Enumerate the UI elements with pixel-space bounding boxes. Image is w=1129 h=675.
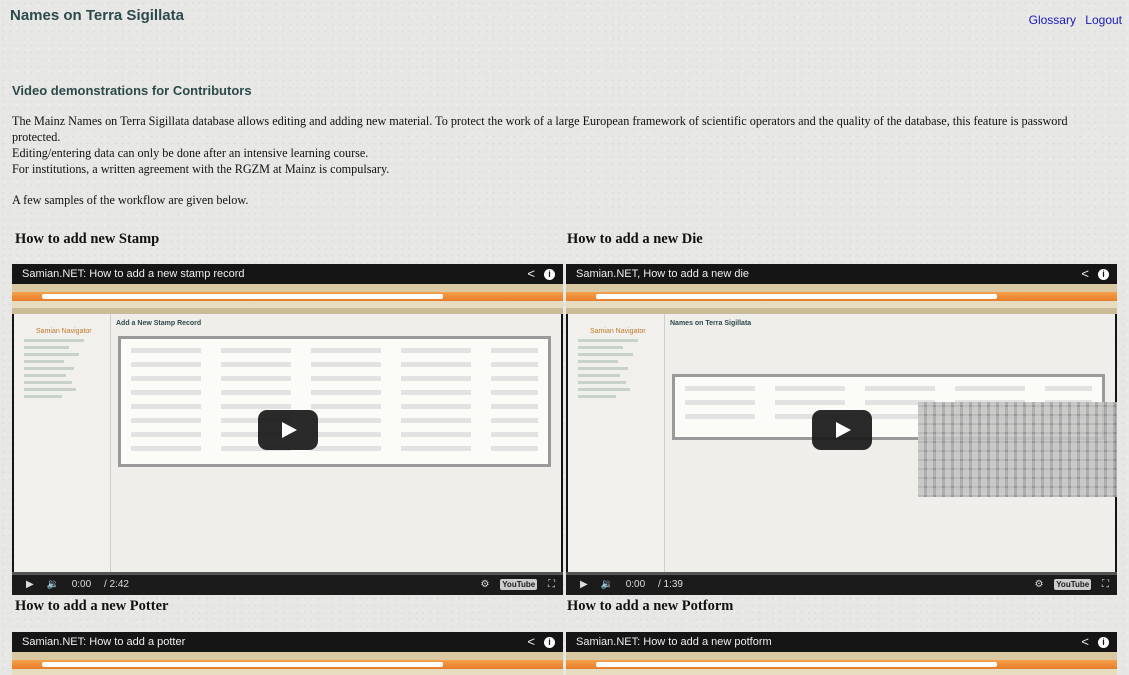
- settings-icon[interactable]: ⚙: [480, 579, 489, 590]
- browser-bookmarks: [566, 301, 1117, 308]
- app-form: [118, 336, 551, 467]
- intro-paragraph: Editing/entering data can only be done a…: [12, 146, 369, 160]
- share-icon[interactable]: <: [1081, 266, 1089, 281]
- play-icon[interactable]: [811, 409, 872, 450]
- glossary-link[interactable]: Glossary: [1029, 13, 1076, 27]
- video-controls: ▶ 🔉 0:00 / 2:42 ⚙ YouTube ⛶: [12, 572, 563, 595]
- video-title[interactable]: Samian.NET, How to add a new die: [576, 268, 749, 280]
- info-icon[interactable]: i: [1098, 637, 1109, 649]
- youtube-logo[interactable]: YouTube: [1054, 579, 1092, 590]
- video-player-stamp[interactable]: Samian.NET: How to add a new stamp recor…: [12, 264, 563, 595]
- time-display: 0:00 / 1:39: [625, 579, 683, 590]
- intro-paragraph: For institutions, a written agreement wi…: [12, 162, 390, 176]
- video-heading-die: How to add a new Die: [567, 231, 703, 247]
- video-header: Samian.NET: How to add a potter < i: [12, 632, 563, 652]
- video-header: Samian.NET: How to add a new stamp recor…: [12, 264, 563, 284]
- video-title[interactable]: Samian.NET: How to add a new potform: [576, 636, 772, 648]
- video-heading-potter: How to add a new Potter: [15, 598, 169, 614]
- share-icon[interactable]: <: [527, 266, 535, 281]
- samples-note: A few samples of the workflow are given …: [12, 193, 249, 207]
- special-characters-panel: [918, 402, 1117, 497]
- app-sidebar: Samian Navigator: [14, 314, 111, 572]
- app-nav-title: Samian Navigator: [590, 328, 646, 335]
- youtube-logo[interactable]: YouTube: [500, 579, 538, 590]
- play-icon[interactable]: [257, 409, 318, 450]
- app-form-heading: Names on Terra Sigillata: [670, 320, 752, 327]
- video-heading-stamp: How to add new Stamp: [15, 231, 160, 247]
- app-nav-title: Samian Navigator: [36, 328, 92, 335]
- site-title: Names on Terra Sigillata: [10, 7, 184, 24]
- logout-link[interactable]: Logout: [1085, 13, 1122, 27]
- info-icon[interactable]: i: [544, 269, 555, 281]
- app-sidebar: Samian Navigator: [568, 314, 665, 572]
- info-icon[interactable]: i: [544, 637, 555, 649]
- video-header: Samian.NET, How to add a new die < i: [566, 264, 1117, 284]
- browser-urlbar: [596, 294, 997, 299]
- browser-menubar: [566, 284, 1117, 292]
- browser-menubar: [12, 652, 563, 660]
- video-header: Samian.NET: How to add a new potform < i: [566, 632, 1117, 652]
- section-heading: Video demonstrations for Contributors: [12, 83, 252, 98]
- app-main: Add a New Stamp Record: [114, 314, 561, 572]
- volume-icon[interactable]: 🔉: [600, 579, 612, 590]
- time-display: 0:00 / 2:42: [71, 579, 129, 590]
- browser-bookmarks: [12, 669, 563, 675]
- video-player-potform[interactable]: Samian.NET: How to add a new potform < i: [566, 632, 1117, 675]
- browser-bookmarks: [566, 669, 1117, 675]
- browser-urlbar: [42, 294, 443, 299]
- fullscreen-icon[interactable]: ⛶: [1102, 579, 1109, 590]
- browser-menubar: [566, 652, 1117, 660]
- volume-icon[interactable]: 🔉: [46, 579, 58, 590]
- browser-bookmarks: [12, 301, 563, 308]
- info-icon[interactable]: i: [1098, 269, 1109, 281]
- video-controls: ▶ 🔉 0:00 / 1:39 ⚙ YouTube ⛶: [566, 572, 1117, 595]
- settings-icon[interactable]: ⚙: [1034, 579, 1043, 590]
- video-heading-potform: How to add a new Potform: [567, 598, 734, 614]
- video-player-die[interactable]: Samian.NET, How to add a new die < i Sami…: [566, 264, 1117, 595]
- browser-menubar: [12, 284, 563, 292]
- intro-paragraph: The Mainz Names on Terra Sigillata datab…: [12, 114, 1068, 144]
- video-player-potter[interactable]: Samian.NET: How to add a potter < i: [12, 632, 563, 675]
- browser-urlbar: [42, 662, 443, 667]
- play-button-icon[interactable]: ▶: [26, 579, 34, 590]
- video-title[interactable]: Samian.NET: How to add a potter: [22, 636, 185, 648]
- fullscreen-icon[interactable]: ⛶: [548, 579, 555, 590]
- share-icon[interactable]: <: [1081, 634, 1089, 649]
- browser-urlbar: [596, 662, 997, 667]
- share-icon[interactable]: <: [527, 634, 535, 649]
- play-button-icon[interactable]: ▶: [580, 579, 588, 590]
- intro-text: The Mainz Names on Terra Sigillata datab…: [12, 113, 1112, 208]
- app-main: Names on Terra Sigillata: [668, 314, 1117, 572]
- top-links: Glossary Logout: [1023, 13, 1122, 27]
- app-form-heading: Add a New Stamp Record: [116, 320, 202, 327]
- video-title[interactable]: Samian.NET: How to add a new stamp recor…: [22, 268, 245, 280]
